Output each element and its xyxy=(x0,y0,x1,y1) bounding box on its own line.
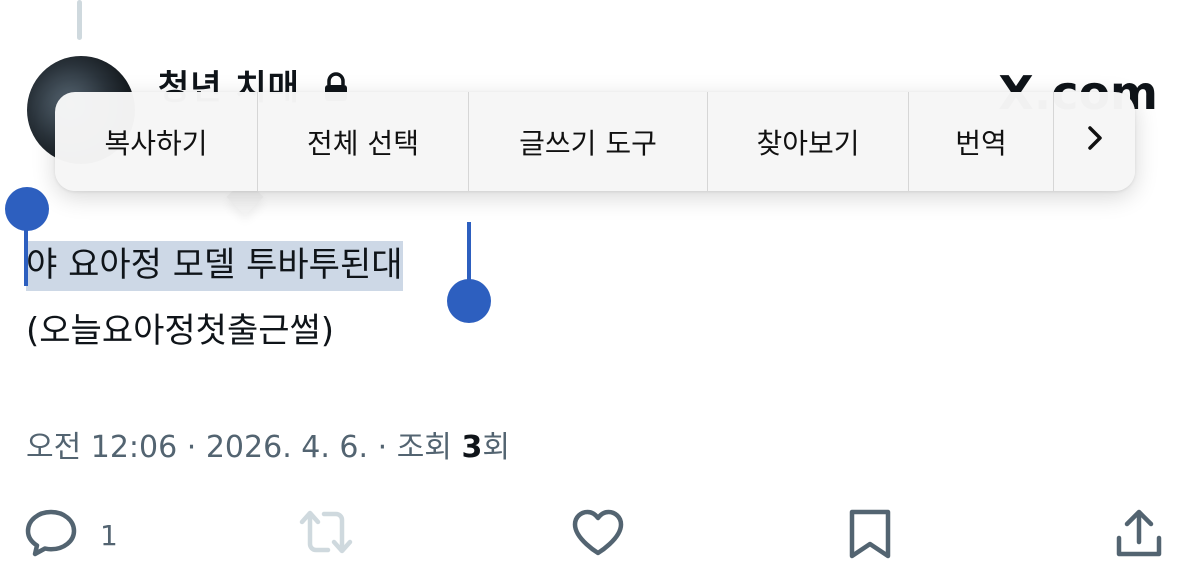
heart-icon xyxy=(570,508,626,562)
meta-separator: · xyxy=(377,430,388,465)
like-button[interactable] xyxy=(570,508,626,562)
share-icon xyxy=(1114,508,1164,564)
views-label: 조회 xyxy=(396,430,452,465)
bookmark-button[interactable] xyxy=(846,508,894,564)
selection-end-caret xyxy=(467,222,471,286)
views-suffix: 회 xyxy=(482,430,510,465)
menu-item-writing-tools[interactable]: 글쓰기 도구 xyxy=(469,92,708,191)
selection-start-caret xyxy=(24,222,28,286)
share-button[interactable] xyxy=(1114,508,1164,564)
tweet-date[interactable]: 2026. 4. 6. xyxy=(206,430,368,465)
reply-icon xyxy=(24,508,78,562)
text-selection-menu: 복사하기 전체 선택 글쓰기 도구 찾아보기 번역 xyxy=(55,92,1135,191)
retweet-button[interactable] xyxy=(296,508,356,560)
tweet-text[interactable]: 야 요아정 모델 투바투된대 (오늘요아정첫출근썰) xyxy=(26,232,403,364)
bookmark-icon xyxy=(846,508,894,564)
menu-item-look-up[interactable]: 찾아보기 xyxy=(708,92,909,191)
retweet-icon xyxy=(296,508,356,560)
views-count: 3 xyxy=(461,430,483,465)
reply-button[interactable]: 1 xyxy=(24,508,118,562)
menu-item-select-all[interactable]: 전체 선택 xyxy=(258,92,469,191)
reply-count: 1 xyxy=(100,518,118,552)
chevron-right-icon xyxy=(1086,125,1104,158)
thread-connector-line xyxy=(77,0,82,40)
tweet-meta: 오전 12:06 · 2026. 4. 6. · 조회 3회 xyxy=(26,422,510,466)
tweet-time[interactable]: 오전 12:06 xyxy=(26,430,177,465)
menu-more-button[interactable] xyxy=(1054,92,1135,191)
menu-item-translate[interactable]: 번역 xyxy=(909,92,1054,191)
selected-text[interactable]: 야 요아정 모델 투바투된대 xyxy=(26,241,403,291)
menu-item-copy[interactable]: 복사하기 xyxy=(55,92,258,191)
tweet-text-line-2: (오늘요아정첫출근썰) xyxy=(26,311,335,351)
selection-end-handle[interactable] xyxy=(447,279,491,323)
selection-start-handle[interactable] xyxy=(5,187,49,231)
meta-separator: · xyxy=(186,430,197,465)
